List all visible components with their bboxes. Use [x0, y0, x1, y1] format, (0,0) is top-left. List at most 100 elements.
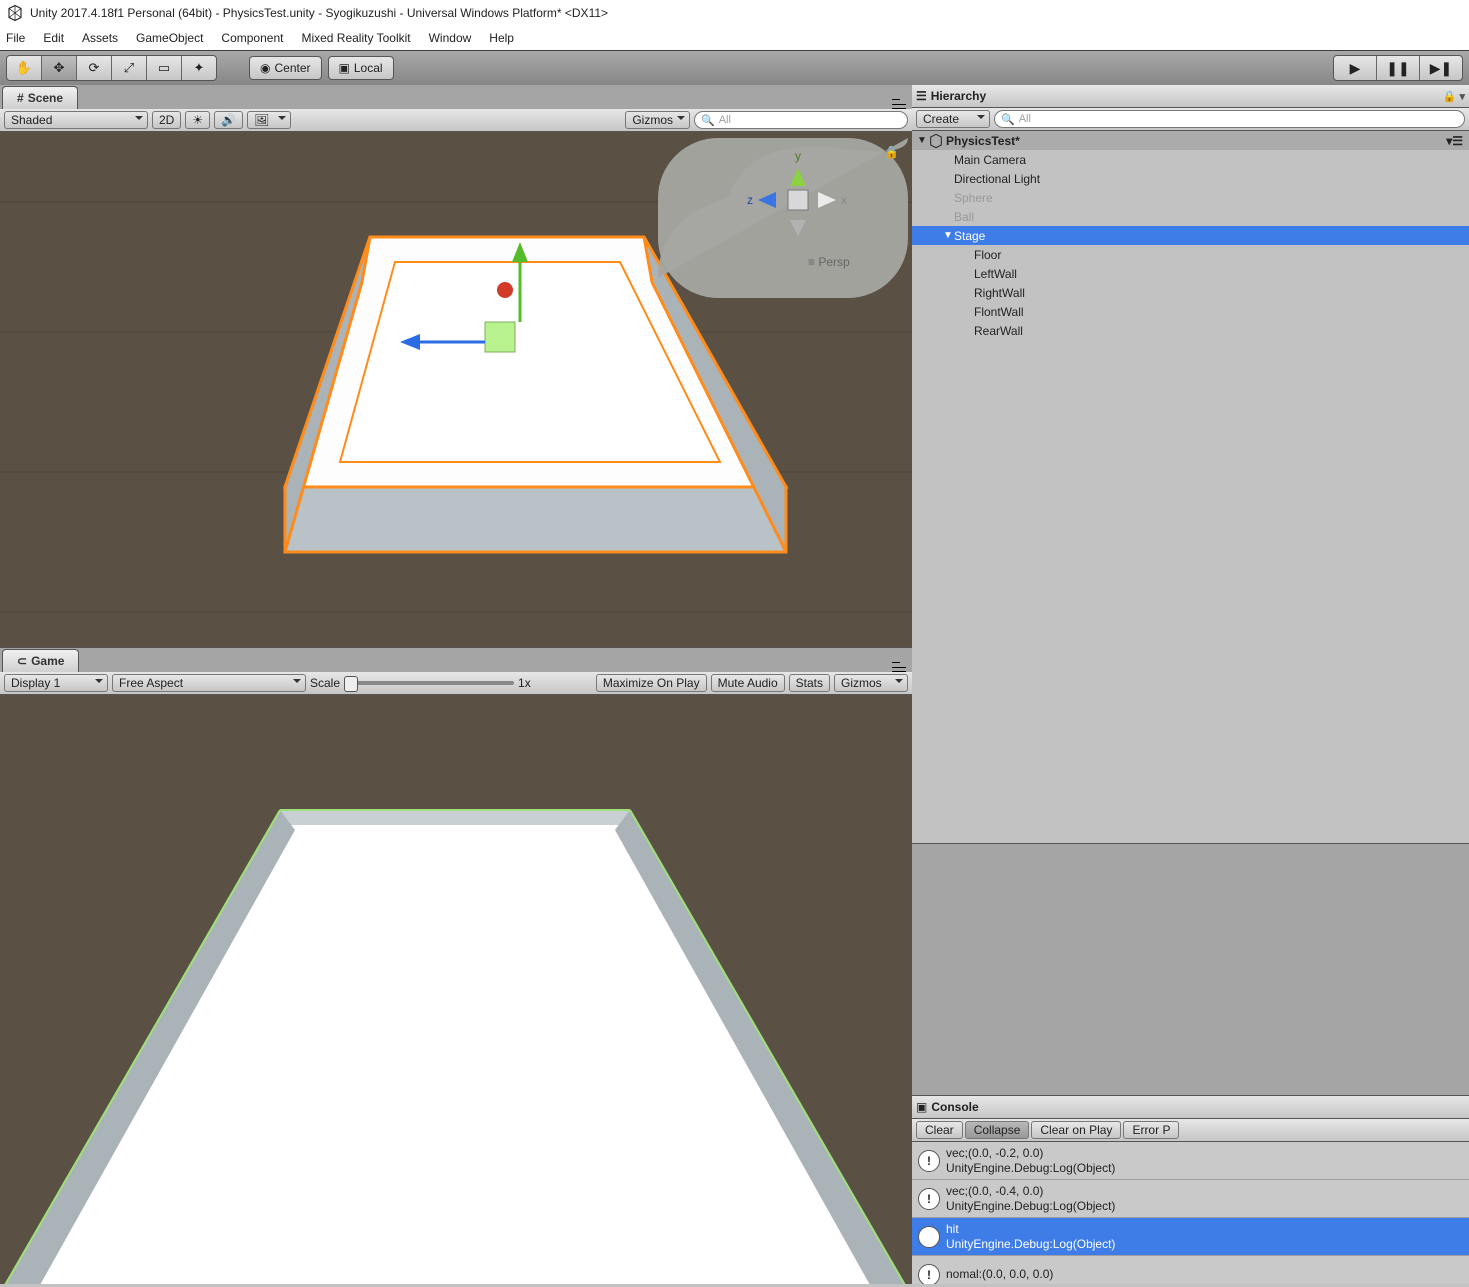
create-dropdown[interactable]: Create — [916, 110, 990, 128]
center-icon: ◉ — [260, 61, 270, 75]
aspect-label: Free Aspect — [119, 676, 183, 690]
shading-label: Shaded — [11, 113, 52, 127]
menu-file[interactable]: File — [6, 31, 25, 45]
search-icon: 🔍 — [701, 114, 715, 127]
menu-bar: File Edit Assets GameObject Component Mi… — [0, 26, 1469, 51]
scene-search-placeholder: All — [719, 114, 731, 126]
handle-rotation-button[interactable]: ▣ Local — [328, 56, 394, 80]
hierarchy-item[interactable]: FlontWall — [912, 302, 1469, 321]
scene-menu-icon[interactable]: ▾☰ — [1446, 134, 1463, 148]
search-icon: 🔍 — [1001, 113, 1015, 126]
error-pause-button[interactable]: Error P — [1123, 1121, 1179, 1139]
console-log-row[interactable]: !hitUnityEngine.Debug:Log(Object) — [912, 1218, 1469, 1256]
info-icon: ! — [918, 1226, 940, 1248]
rotate-tool[interactable]: ⟳ — [77, 56, 112, 80]
expand-arrow-icon[interactable]: ▼ — [942, 230, 954, 241]
game-gizmos-dropdown[interactable]: Gizmos — [834, 674, 908, 692]
window-title: Unity 2017.4.18f1 Personal (64bit) - Phy… — [30, 6, 608, 20]
info-icon: ! — [918, 1188, 940, 1210]
scene-row[interactable]: ▼ PhysicsTest* ▾☰ — [912, 131, 1469, 150]
handle-label: Local — [354, 61, 383, 75]
maximize-on-play[interactable]: Maximize On Play — [596, 674, 707, 692]
console-list: !vec;(0.0, -0.2, 0.0)UnityEngine.Debug:L… — [912, 1142, 1469, 1284]
hierarchy-search-placeholder: All — [1019, 113, 1031, 125]
clear-on-play-button[interactable]: Clear on Play — [1031, 1121, 1121, 1139]
lighting-toggle[interactable]: ☀ — [185, 111, 210, 129]
menu-component[interactable]: Component — [221, 31, 283, 45]
lock-icon[interactable]: 🔒 ▾ — [1443, 90, 1465, 103]
hierarchy-item-label: FlontWall — [974, 305, 1024, 319]
play-controls: ▶ ❚❚ ▶❚ — [1333, 55, 1463, 81]
console-title: Console — [931, 1100, 978, 1114]
hierarchy-item[interactable]: Main Camera — [912, 150, 1469, 169]
game-tab[interactable]: ⊂ Game — [2, 649, 79, 672]
game-viewport-svg — [0, 695, 912, 1284]
hierarchy-subbar: Create 🔍 All — [912, 108, 1469, 131]
hierarchy-item[interactable]: LeftWall — [912, 264, 1469, 283]
hierarchy-search[interactable]: 🔍 All — [994, 110, 1465, 128]
hierarchy-panel: ☰ Hierarchy 🔒 ▾ Create 🔍 All ▼ PhysicsTe… — [912, 85, 1469, 844]
aspect-dropdown[interactable]: Free Aspect — [112, 674, 306, 692]
hierarchy-item-label: LeftWall — [974, 267, 1017, 281]
menu-assets[interactable]: Assets — [82, 31, 118, 45]
scene-name: PhysicsTest* — [946, 134, 1020, 148]
hierarchy-item[interactable]: Sphere — [912, 188, 1469, 207]
game-view[interactable] — [0, 695, 912, 1284]
scene-view[interactable]: y z x ≡ Persp 🔒 — [0, 132, 912, 647]
scale-tool[interactable]: ⤢ — [112, 56, 147, 80]
hierarchy-item[interactable]: Directional Light — [912, 169, 1469, 188]
panel-menu-icon[interactable] — [892, 96, 906, 109]
console-log-row[interactable]: !vec;(0.0, -0.2, 0.0)UnityEngine.Debug:L… — [912, 1142, 1469, 1180]
scale-slider[interactable]: 1x — [344, 676, 531, 690]
stats-button[interactable]: Stats — [789, 674, 830, 692]
transform-tool[interactable]: ✦ — [182, 56, 216, 80]
gizmos-label: Gizmos — [632, 113, 673, 127]
scene-toolbar: Shaded 2D ☀ 🔊 🖼 Gizmos 🔍 All — [0, 109, 912, 132]
display-dropdown[interactable]: Display 1 — [4, 674, 108, 692]
menu-window[interactable]: Window — [429, 31, 472, 45]
hierarchy-icon: ☰ — [916, 89, 927, 103]
clear-button[interactable]: Clear — [916, 1121, 963, 1139]
hierarchy-title: Hierarchy — [931, 89, 986, 103]
hierarchy-item[interactable]: ▼Stage — [912, 226, 1469, 245]
move-tool[interactable]: ✥ — [42, 56, 77, 80]
hand-tool[interactable]: ✋ — [7, 56, 42, 80]
pause-button[interactable]: ❚❚ — [1377, 56, 1420, 80]
console-log-text: nomal:(0.0, 0.0, 0.0) — [946, 1267, 1053, 1282]
game-tab-label: Game — [31, 654, 64, 668]
pivot-mode-button[interactable]: ◉ Center — [249, 56, 322, 80]
rect-tool[interactable]: ▭ — [147, 56, 182, 80]
audio-toggle[interactable]: 🔊 — [214, 111, 243, 129]
mute-audio[interactable]: Mute Audio — [711, 674, 785, 692]
scene-tab-label: Scene — [28, 91, 63, 105]
console-log-row[interactable]: !nomal:(0.0, 0.0, 0.0) — [912, 1256, 1469, 1284]
menu-gameobject[interactable]: GameObject — [136, 31, 203, 45]
hierarchy-item-label: Main Camera — [954, 153, 1026, 167]
console-log-row[interactable]: !vec;(0.0, -0.4, 0.0)UnityEngine.Debug:L… — [912, 1180, 1469, 1218]
panel-menu-icon[interactable] — [892, 659, 906, 672]
step-button[interactable]: ▶❚ — [1420, 56, 1462, 80]
gizmos-dropdown[interactable]: Gizmos — [625, 111, 690, 129]
hierarchy-item[interactable]: Ball — [912, 207, 1469, 226]
menu-mrtk[interactable]: Mixed Reality Toolkit — [301, 31, 410, 45]
menu-edit[interactable]: Edit — [43, 31, 64, 45]
console-header[interactable]: ▣ Console — [912, 1096, 1469, 1119]
effects-dropdown[interactable]: 🖼 — [247, 111, 291, 129]
menu-help[interactable]: Help — [489, 31, 514, 45]
2d-toggle[interactable]: 2D — [152, 111, 181, 129]
play-button[interactable]: ▶ — [1334, 56, 1377, 80]
shading-dropdown[interactable]: Shaded — [4, 111, 148, 129]
hierarchy-item[interactable]: Floor — [912, 245, 1469, 264]
unity-logo-icon — [6, 4, 24, 22]
collapse-button[interactable]: Collapse — [965, 1121, 1030, 1139]
scene-search[interactable]: 🔍 All — [694, 111, 908, 129]
hierarchy-item[interactable]: RightWall — [912, 283, 1469, 302]
expand-arrow-icon[interactable]: ▼ — [916, 135, 928, 146]
hierarchy-item-label: RearWall — [974, 324, 1023, 338]
title-bar: Unity 2017.4.18f1 Personal (64bit) - Phy… — [0, 0, 1469, 26]
hierarchy-item-label: Stage — [954, 229, 985, 243]
unity-scene-icon — [928, 133, 944, 149]
game-tab-icon: ⊂ — [17, 654, 27, 668]
scene-tab[interactable]: # Scene — [2, 86, 78, 109]
hierarchy-item[interactable]: RearWall — [912, 321, 1469, 340]
